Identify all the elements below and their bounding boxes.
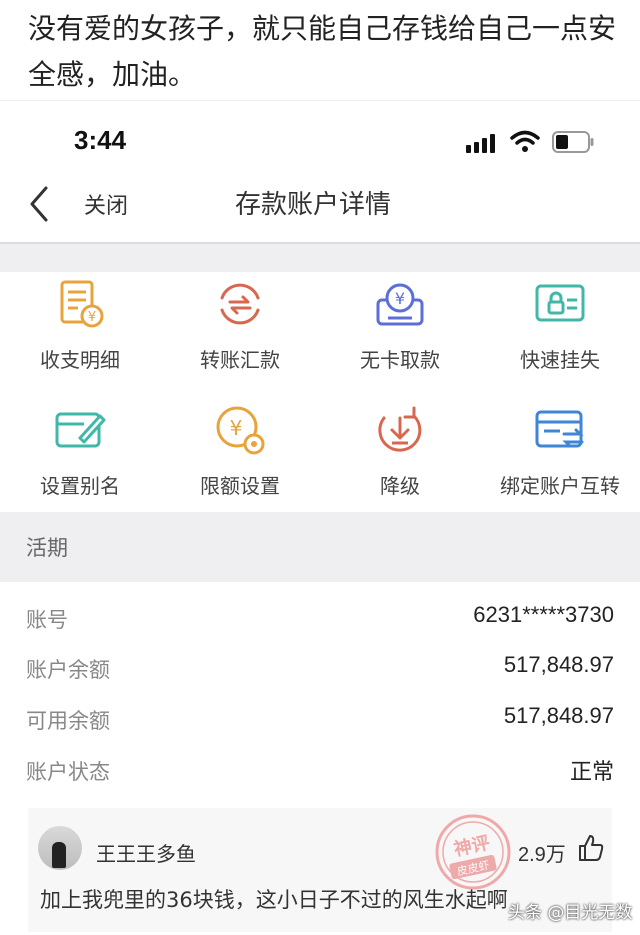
- close-button[interactable]: 关闭: [84, 188, 128, 220]
- section-header: 活期: [0, 512, 640, 582]
- limit-settings-icon: ¥: [216, 406, 265, 455]
- featured-comment-stamp: 神评 皮皮虾: [435, 814, 511, 890]
- action-edit-alias[interactable]: 设置别名: [0, 398, 160, 518]
- svg-text:¥: ¥: [88, 310, 96, 325]
- transfer-icon: [220, 283, 260, 325]
- action-bind-account[interactable]: 绑定账户互转: [480, 398, 640, 518]
- watermark: 头条 @目光无数: [508, 903, 633, 923]
- wifi-icon: [510, 130, 540, 152]
- action-label: 收支明细: [40, 348, 120, 372]
- detail-label: 账号: [26, 608, 68, 632]
- statement-icon: ¥: [60, 280, 104, 328]
- action-grid: ¥ 收支明细 转账汇款 ¥ 无卡取款 快速挂失 设置别名 ¥ 限额设置 降级 绑…: [0, 272, 640, 512]
- account-details: 账号 6231*****3730 账户余额 517,848.97 可用余额 51…: [0, 582, 640, 787]
- detail-row-available-balance: 可用余额 517,848.97: [0, 693, 640, 743]
- detail-row-account-number: 账号 6231*****3730: [0, 592, 640, 642]
- action-limit-settings[interactable]: ¥ 限额设置: [160, 398, 320, 518]
- report-loss-icon: [535, 284, 585, 322]
- detail-row-status: 账户状态 正常: [0, 744, 640, 794]
- action-report-loss[interactable]: 快速挂失: [480, 272, 640, 392]
- action-label: 限额设置: [200, 474, 280, 498]
- action-label: 无卡取款: [360, 348, 440, 372]
- phone-screenshot: 3:44 关闭 存款账户详情 ¥ 收支明细 转账汇款 ¥ 无卡取款 快速挂失 设…: [0, 100, 640, 790]
- action-label: 绑定账户互转: [500, 474, 620, 498]
- cellular-signal-icon: [466, 133, 495, 153]
- detail-value: 517,848.97: [503, 703, 614, 728]
- svg-text:¥: ¥: [395, 289, 405, 308]
- post-caption: 没有爱的女孩子，就只能自己存钱给自己一点安全感，加油。: [28, 12, 617, 91]
- like-count: 2.9万: [518, 844, 566, 866]
- detail-value: 正常: [569, 760, 614, 785]
- action-label: 设置别名: [40, 474, 120, 498]
- battery-icon: [552, 131, 594, 153]
- detail-value: 6231*****3730: [473, 602, 614, 627]
- action-transfer[interactable]: 转账汇款: [160, 272, 320, 392]
- comment-username[interactable]: 王王王多鱼: [96, 838, 196, 867]
- page-title: 存款账户详情: [235, 190, 392, 220]
- back-chevron-icon[interactable]: [24, 182, 54, 226]
- nav-bar: 关闭 存款账户详情: [0, 176, 640, 242]
- downgrade-icon: [378, 406, 422, 452]
- detail-label: 可用余额: [26, 709, 110, 733]
- bind-account-icon: [535, 410, 584, 448]
- action-label: 转账汇款: [200, 348, 280, 372]
- status-time: 3:44: [74, 125, 127, 155]
- detail-label: 账户余额: [26, 658, 110, 682]
- action-label: 降级: [380, 474, 420, 498]
- action-label: 快速挂失: [520, 348, 600, 372]
- detail-value: 517,848.97: [503, 652, 614, 677]
- status-bar: 3:44: [0, 101, 640, 181]
- action-cardless-withdraw[interactable]: ¥ 无卡取款: [320, 272, 480, 392]
- section-title: 活期: [26, 536, 68, 560]
- detail-label: 账户状态: [26, 760, 110, 784]
- action-downgrade[interactable]: 降级: [320, 398, 480, 518]
- action-statement[interactable]: ¥ 收支明细: [0, 272, 160, 392]
- thumbs-up-icon[interactable]: [578, 834, 604, 862]
- avatar[interactable]: [38, 826, 82, 870]
- svg-text:¥: ¥: [230, 416, 243, 440]
- detail-row-balance: 账户余额 517,848.97: [0, 642, 640, 692]
- divider-band: [0, 242, 640, 272]
- edit-alias-icon: [55, 412, 106, 448]
- cardless-withdraw-icon: ¥: [376, 283, 424, 326]
